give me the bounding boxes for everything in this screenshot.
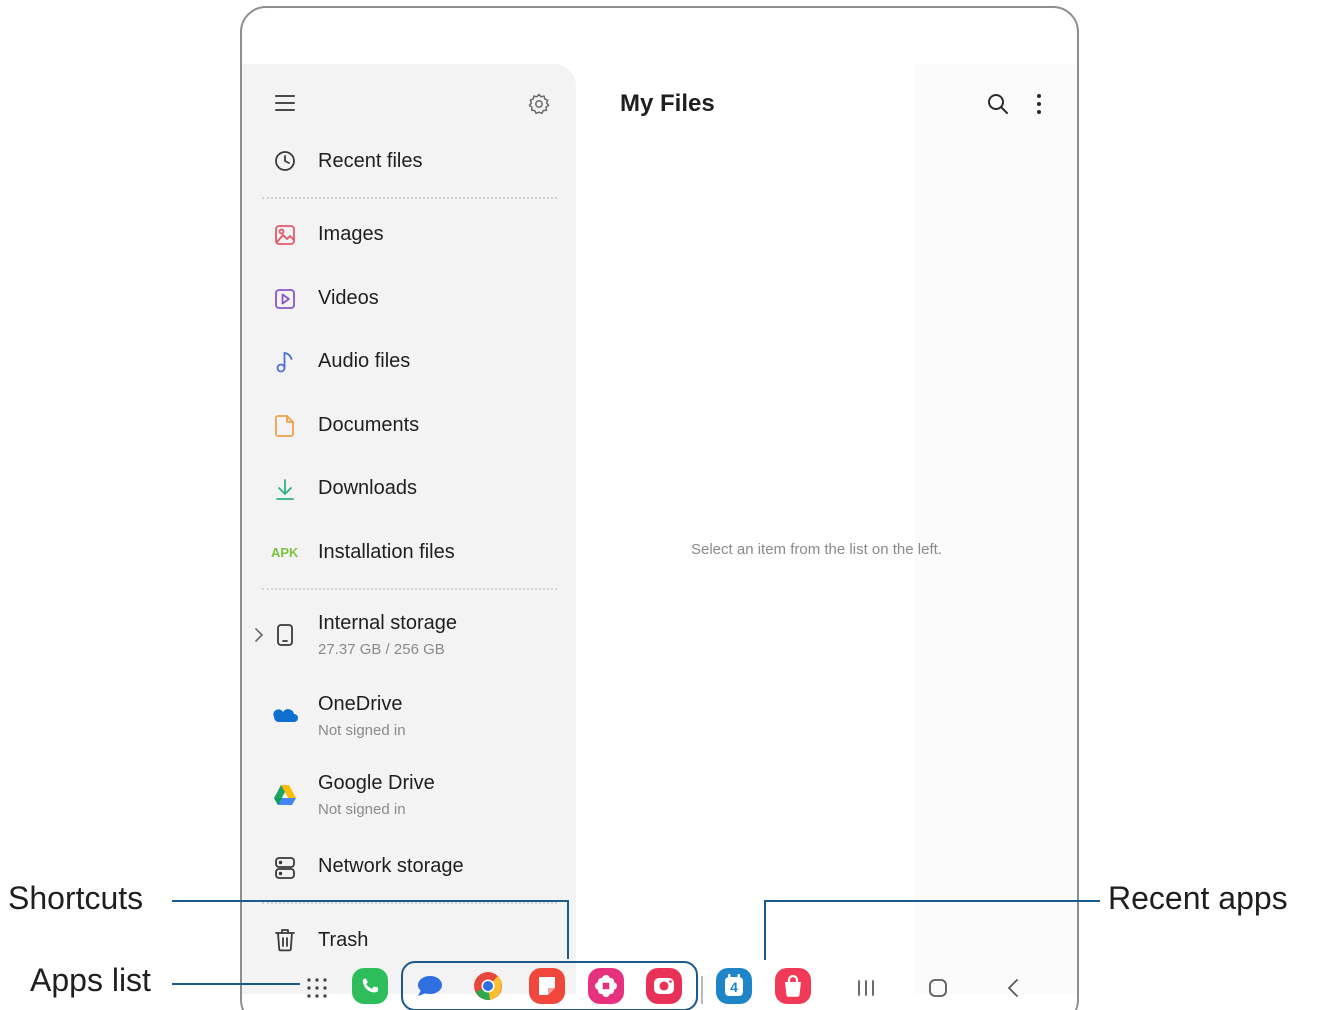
shortcuts-callout-line — [567, 900, 569, 959]
phone-app-icon[interactable] — [352, 968, 388, 1004]
network-storage-icon — [274, 856, 296, 880]
page-title: My Files — [620, 90, 715, 117]
images-icon — [274, 224, 296, 246]
calendar-app-icon[interactable]: 4 — [716, 968, 752, 1004]
sidebar-item-label: Documents — [318, 414, 420, 436]
shortcuts-callout-label: Shortcuts — [8, 880, 144, 916]
chevron-right-icon[interactable] — [254, 627, 264, 643]
trash-icon — [274, 928, 296, 952]
sidebar-item-label: Downloads — [318, 477, 417, 499]
back-button[interactable] — [1005, 977, 1021, 999]
shortcuts-callout-line — [172, 900, 568, 902]
empty-state-message: Select an item from the list on the left… — [691, 541, 942, 558]
calendar-date: 4 — [730, 979, 738, 995]
settings-icon[interactable] — [527, 92, 551, 116]
divider — [262, 197, 557, 199]
samsung-notes-app-icon[interactable] — [529, 968, 565, 1004]
search-icon[interactable] — [986, 92, 1010, 116]
sidebar-item-label: Audio files — [318, 350, 411, 372]
sign-in-status: Not signed in — [318, 722, 406, 739]
documents-icon — [274, 414, 296, 438]
sidebar-item-label: Internal storage — [318, 612, 457, 634]
taskbar-divider — [701, 976, 703, 1004]
audio-icon — [274, 350, 296, 374]
divider — [262, 902, 557, 904]
sidebar-item-videos[interactable] — [252, 271, 566, 327]
sidebar-item-label: Trash — [318, 929, 369, 951]
right-strip — [915, 64, 1077, 994]
sidebar-item-label: Recent files — [318, 150, 423, 172]
recent-apps-callout-label: Recent apps — [1108, 880, 1288, 916]
phone-icon — [276, 623, 294, 647]
sidebar-item-images[interactable] — [252, 208, 566, 264]
google-drive-icon — [273, 784, 297, 806]
apk-icon: APK — [271, 545, 299, 560]
divider — [262, 588, 557, 590]
gallery-app-icon[interactable] — [588, 968, 624, 1004]
sidebar-item-onedrive[interactable] — [252, 684, 566, 748]
sign-in-status: Not signed in — [318, 801, 406, 818]
tablet-screen: My Files Recent files Images Videos Audi… — [240, 6, 1079, 1010]
menu-icon[interactable] — [274, 93, 296, 113]
chrome-app-icon[interactable] — [470, 968, 506, 1004]
onedrive-icon — [272, 706, 298, 724]
recent-apps-callout-line — [764, 900, 766, 960]
recent-apps-callout-line — [764, 900, 1100, 902]
home-button[interactable] — [927, 977, 949, 999]
videos-icon — [274, 288, 296, 310]
apps-list-icon[interactable] — [306, 977, 328, 999]
camera-app-icon[interactable] — [646, 968, 682, 1004]
sidebar-item-label: Google Drive — [318, 772, 435, 794]
more-options-icon[interactable] — [1032, 92, 1046, 116]
apps-list-callout-label: Apps list — [30, 962, 151, 998]
clock-icon — [274, 150, 296, 172]
sidebar-item-label: Images — [318, 223, 384, 245]
sidebar-item-label: Installation files — [318, 541, 455, 563]
messages-app-icon[interactable] — [412, 968, 448, 1004]
apps-list-callout-line — [172, 983, 300, 985]
recents-button[interactable] — [855, 977, 877, 999]
sidebar-item-label: OneDrive — [318, 693, 403, 715]
main-panel — [577, 64, 915, 994]
sidebar-item-label: Network storage — [318, 855, 464, 877]
galaxy-store-app-icon[interactable] — [775, 968, 811, 1004]
downloads-icon — [274, 478, 296, 502]
sidebar-item-label: Videos — [318, 287, 379, 309]
storage-usage: 27.37 GB / 256 GB — [318, 641, 445, 658]
